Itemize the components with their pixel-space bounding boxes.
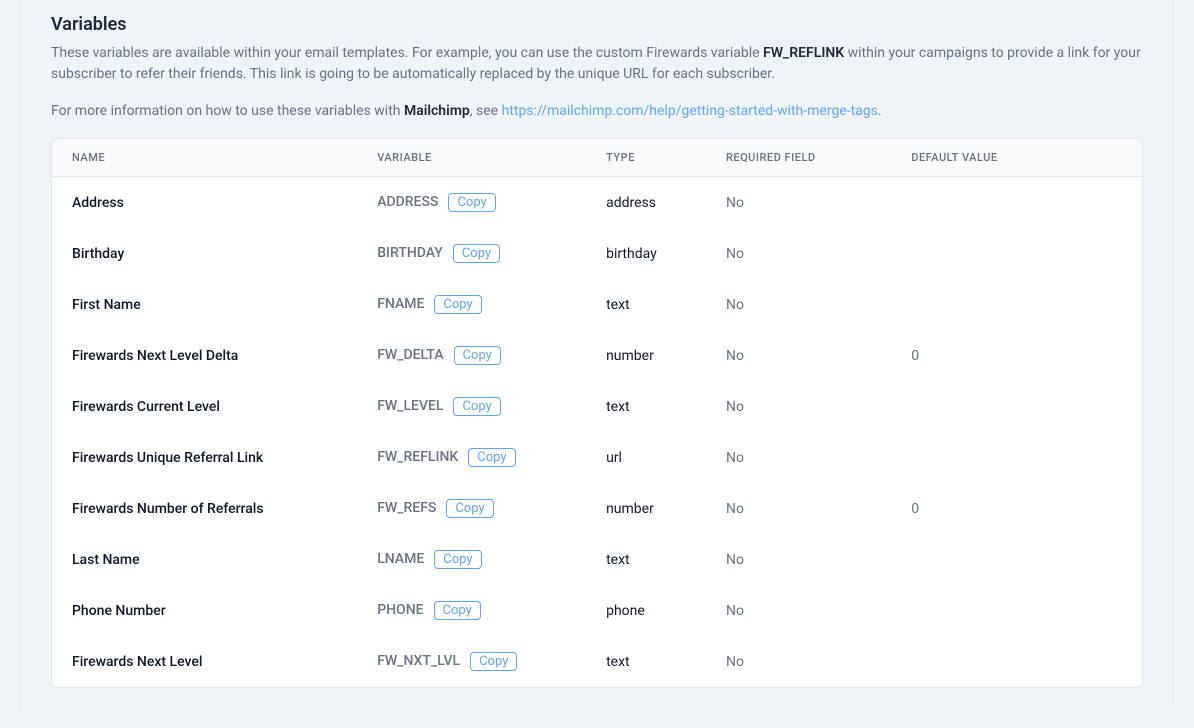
cell-type: address — [586, 177, 706, 229]
cell-default — [891, 381, 1142, 432]
cell-type: number — [586, 330, 706, 381]
cell-default — [891, 279, 1142, 330]
cell-type: text — [586, 534, 706, 585]
cell-name: Firewards Next Level Delta — [52, 330, 357, 381]
table-row: Address ADDRESS Copy addressNo — [52, 177, 1142, 229]
cell-required: No — [706, 177, 891, 229]
desc2-bold-mailchimp: Mailchimp — [404, 103, 470, 119]
cell-required: No — [706, 585, 891, 636]
variable-code: FW_DELTA — [377, 347, 443, 363]
table-row: Birthday BIRTHDAY Copy birthdayNo — [52, 228, 1142, 279]
cell-variable: FW_NXT_LVL Copy — [357, 636, 586, 687]
cell-variable: FNAME Copy — [357, 279, 586, 330]
cell-type: text — [586, 636, 706, 687]
variables-table-wrapper: NAME VARIABLE TYPE REQUIRED FIELD DEFAUL… — [51, 138, 1143, 688]
cell-required: No — [706, 330, 891, 381]
cell-name: Firewards Current Level — [52, 381, 357, 432]
cell-type: phone — [586, 585, 706, 636]
cell-variable: FW_DELTA Copy — [357, 330, 586, 381]
cell-variable: FW_LEVEL Copy — [357, 381, 586, 432]
cell-default — [891, 534, 1142, 585]
desc-bold-variable: FW_REFLINK — [763, 45, 844, 61]
variable-code: FW_REFLINK — [377, 449, 458, 465]
header-name: NAME — [52, 139, 357, 177]
variable-code: ADDRESS — [377, 194, 438, 210]
cell-variable: PHONE Copy — [357, 585, 586, 636]
cell-variable: LNAME Copy — [357, 534, 586, 585]
cell-type: text — [586, 381, 706, 432]
cell-name: Firewards Number of Referrals — [52, 483, 357, 534]
cell-name: First Name — [52, 279, 357, 330]
cell-name: Phone Number — [52, 585, 357, 636]
variable-code: FW_LEVEL — [377, 398, 443, 414]
desc2-text-2: , see — [470, 103, 502, 119]
cell-variable: BIRTHDAY Copy — [357, 228, 586, 279]
cell-required: No — [706, 381, 891, 432]
copy-button[interactable]: Copy — [446, 499, 493, 518]
table-row: Firewards Next Level FW_NXT_LVL Copy textNo — [52, 636, 1142, 687]
copy-button[interactable]: Copy — [453, 244, 500, 263]
copy-button[interactable]: Copy — [470, 652, 517, 671]
copy-button[interactable]: Copy — [434, 601, 481, 620]
cell-type: text — [586, 279, 706, 330]
cell-name: Firewards Unique Referral Link — [52, 432, 357, 483]
table-row: Phone Number PHONE Copy phoneNo — [52, 585, 1142, 636]
variable-code: FW_REFS — [377, 500, 436, 516]
cell-variable: ADDRESS Copy — [357, 177, 586, 229]
cell-type: url — [586, 432, 706, 483]
cell-required: No — [706, 534, 891, 585]
variable-code: LNAME — [377, 551, 424, 567]
merge-tags-link[interactable]: https://mailchimp.com/help/getting-start… — [502, 103, 878, 119]
cell-required: No — [706, 228, 891, 279]
copy-button[interactable]: Copy — [454, 346, 501, 365]
variable-code: FNAME — [377, 296, 424, 312]
table-row: Firewards Unique Referral LinkFW_REFLINK… — [52, 432, 1142, 483]
variable-code: BIRTHDAY — [377, 245, 443, 261]
table-row: First Name FNAME Copy textNo — [52, 279, 1142, 330]
cell-default — [891, 432, 1142, 483]
desc2-text-3: . — [878, 103, 882, 119]
copy-button[interactable]: Copy — [453, 397, 500, 416]
cell-required: No — [706, 432, 891, 483]
desc2-text-1: For more information on how to use these… — [51, 103, 404, 119]
section-title: Variables — [51, 14, 1143, 35]
cell-variable: FW_REFLINK Copy — [357, 432, 586, 483]
variables-table: NAME VARIABLE TYPE REQUIRED FIELD DEFAUL… — [52, 139, 1142, 687]
cell-default — [891, 177, 1142, 229]
cell-default — [891, 585, 1142, 636]
section-description-2: For more information on how to use these… — [51, 101, 1143, 122]
cell-name: Firewards Next Level — [52, 636, 357, 687]
table-row: Last Name LNAME Copy textNo — [52, 534, 1142, 585]
cell-default: 0 — [891, 483, 1142, 534]
copy-button[interactable]: Copy — [434, 550, 481, 569]
variables-section: Variables These variables are available … — [20, 0, 1174, 708]
variable-code: PHONE — [377, 602, 423, 618]
cell-type: birthday — [586, 228, 706, 279]
cell-default — [891, 636, 1142, 687]
cell-name: Last Name — [52, 534, 357, 585]
cell-required: No — [706, 483, 891, 534]
table-row: Firewards Next Level Delta FW_DELTA Copy nu… — [52, 330, 1142, 381]
cell-type: number — [586, 483, 706, 534]
cell-required: No — [706, 636, 891, 687]
copy-button[interactable]: Copy — [434, 295, 481, 314]
table-row: Firewards Current Level FW_LEVEL Copy textN… — [52, 381, 1142, 432]
header-type: TYPE — [586, 139, 706, 177]
table-row: Firewards Number of Referrals FW_REFS Copy… — [52, 483, 1142, 534]
cell-name: Address — [52, 177, 357, 229]
cell-default — [891, 228, 1142, 279]
header-default: DEFAULT VALUE — [891, 139, 1142, 177]
section-description: These variables are available within you… — [51, 43, 1143, 85]
header-required: REQUIRED FIELD — [706, 139, 891, 177]
variable-code: FW_NXT_LVL — [377, 653, 460, 669]
copy-button[interactable]: Copy — [468, 448, 515, 467]
cell-default: 0 — [891, 330, 1142, 381]
desc-text-1: These variables are available within you… — [51, 45, 763, 61]
cell-required: No — [706, 279, 891, 330]
copy-button[interactable]: Copy — [448, 193, 495, 212]
cell-variable: FW_REFS Copy — [357, 483, 586, 534]
cell-name: Birthday — [52, 228, 357, 279]
table-header-row: NAME VARIABLE TYPE REQUIRED FIELD DEFAUL… — [52, 139, 1142, 177]
header-variable: VARIABLE — [357, 139, 586, 177]
